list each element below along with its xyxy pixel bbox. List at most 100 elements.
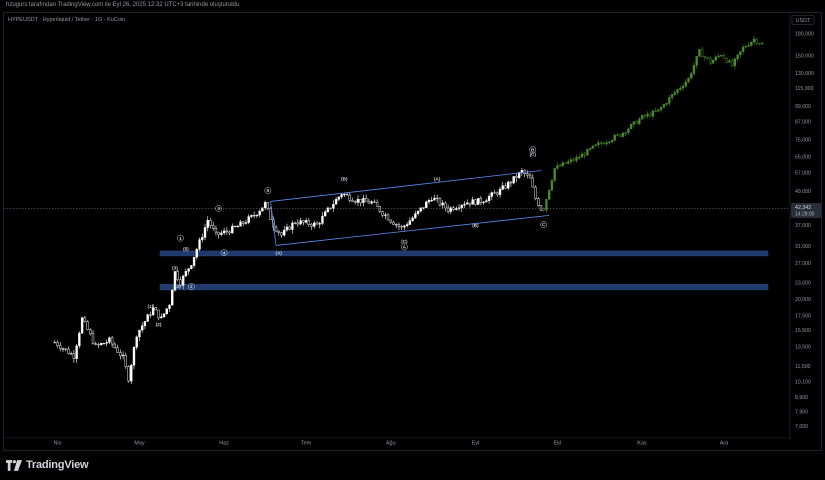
projection-bar: [638, 118, 641, 125]
y-tick-label: 65,000: [795, 155, 811, 161]
candle: [389, 219, 392, 223]
support-zone: [159, 250, 769, 257]
candle: [127, 366, 130, 382]
projection-bar: [610, 139, 614, 143]
candle: [228, 231, 231, 234]
wave-label: 2: [190, 284, 193, 290]
candle: [307, 220, 310, 225]
candle: [364, 197, 368, 202]
candle: [220, 232, 223, 235]
projection-bar: [711, 60, 715, 64]
x-tick-label: Haz: [219, 441, 229, 447]
x-tick-label: Ara: [720, 441, 730, 447]
projection-bar: [567, 161, 570, 164]
projection-bar: [646, 113, 649, 117]
projection-bar: [670, 94, 674, 98]
projection-bar: [722, 55, 726, 59]
wave-label: A: [403, 245, 407, 251]
candle: [381, 211, 384, 216]
candle: [75, 345, 78, 359]
projection-bar: [714, 56, 717, 61]
candle: [318, 223, 321, 225]
y-tick-label: 180,000: [795, 32, 814, 38]
candle: [244, 222, 248, 224]
projection-bar: [583, 153, 586, 156]
candle: [490, 192, 493, 197]
candle: [67, 348, 70, 354]
tradingview-logo[interactable]: TradingView: [6, 459, 89, 471]
candle: [121, 354, 125, 357]
candle: [419, 207, 422, 212]
candle: [225, 230, 229, 233]
candle: [135, 336, 138, 348]
projection-bar: [553, 168, 556, 181]
candle: [373, 201, 376, 203]
candle: [479, 198, 483, 204]
x-tick-label: Nis: [54, 441, 62, 447]
candle: [154, 307, 158, 311]
candle: [258, 210, 261, 216]
projection-bar: [725, 57, 728, 63]
candle: [252, 215, 256, 217]
projection-bar: [750, 41, 753, 46]
candle: [105, 342, 108, 344]
candle: [332, 204, 335, 209]
candle: [400, 226, 403, 228]
candle: [507, 181, 510, 189]
candle: [422, 207, 425, 209]
candle: [113, 343, 117, 349]
wave-label: (A): [276, 251, 283, 256]
projection-bar: [709, 58, 712, 64]
channel-left-edge: [270, 201, 277, 246]
y-tick-label: 130,000: [795, 71, 814, 77]
wave-label: (B): [472, 223, 479, 228]
y-tick-label: 115,000: [795, 86, 813, 92]
last-price-countdown: 14:28:00: [795, 212, 815, 218]
candle: [343, 194, 346, 196]
candle: [348, 194, 351, 201]
y-tick-label: 13,500: [795, 345, 811, 351]
projection-bar: [690, 73, 693, 79]
candle: [53, 342, 56, 344]
candle: [146, 314, 149, 322]
projection-bar: [662, 104, 666, 108]
candle: [206, 220, 209, 228]
candle: [239, 221, 242, 227]
projection-bar: [635, 121, 638, 125]
projection-bar: [673, 92, 677, 95]
candle: [427, 200, 431, 203]
candle: [242, 221, 245, 224]
projection-bar: [594, 144, 597, 147]
y-tick-label: 10,100: [795, 380, 811, 386]
candle: [165, 308, 168, 314]
y-tick-label: 31,000: [795, 244, 811, 250]
projection-bar: [575, 157, 578, 161]
candle: [192, 256, 196, 266]
candle: [277, 230, 280, 233]
last-price-label: 42,342: [795, 205, 811, 211]
projection-bar: [736, 54, 739, 60]
candle: [501, 185, 504, 190]
candle: [375, 202, 379, 207]
candle: [509, 181, 513, 184]
candle: [351, 200, 354, 202]
projection-bar: [698, 49, 701, 57]
projection-bar: [668, 97, 671, 104]
projection-bar: [605, 142, 608, 145]
candle: [97, 344, 100, 346]
candle: [217, 231, 220, 235]
projection-bar: [629, 124, 633, 130]
projection-bar: [651, 110, 655, 117]
wave-label: (2): [156, 322, 162, 327]
candle: [296, 222, 300, 225]
candle: [487, 196, 491, 201]
candle: [386, 214, 390, 221]
y-tick-label: 75,000: [795, 137, 811, 143]
projection-bar: [695, 56, 698, 66]
projection-bar: [578, 157, 581, 159]
wave-label: (1): [148, 304, 154, 309]
candle: [476, 198, 480, 205]
price-chart[interactable]: USDT 180,000 150,000 130,000 115,000 99,000 87…: [0, 0, 825, 480]
candle: [130, 364, 133, 382]
candle: [493, 192, 496, 194]
